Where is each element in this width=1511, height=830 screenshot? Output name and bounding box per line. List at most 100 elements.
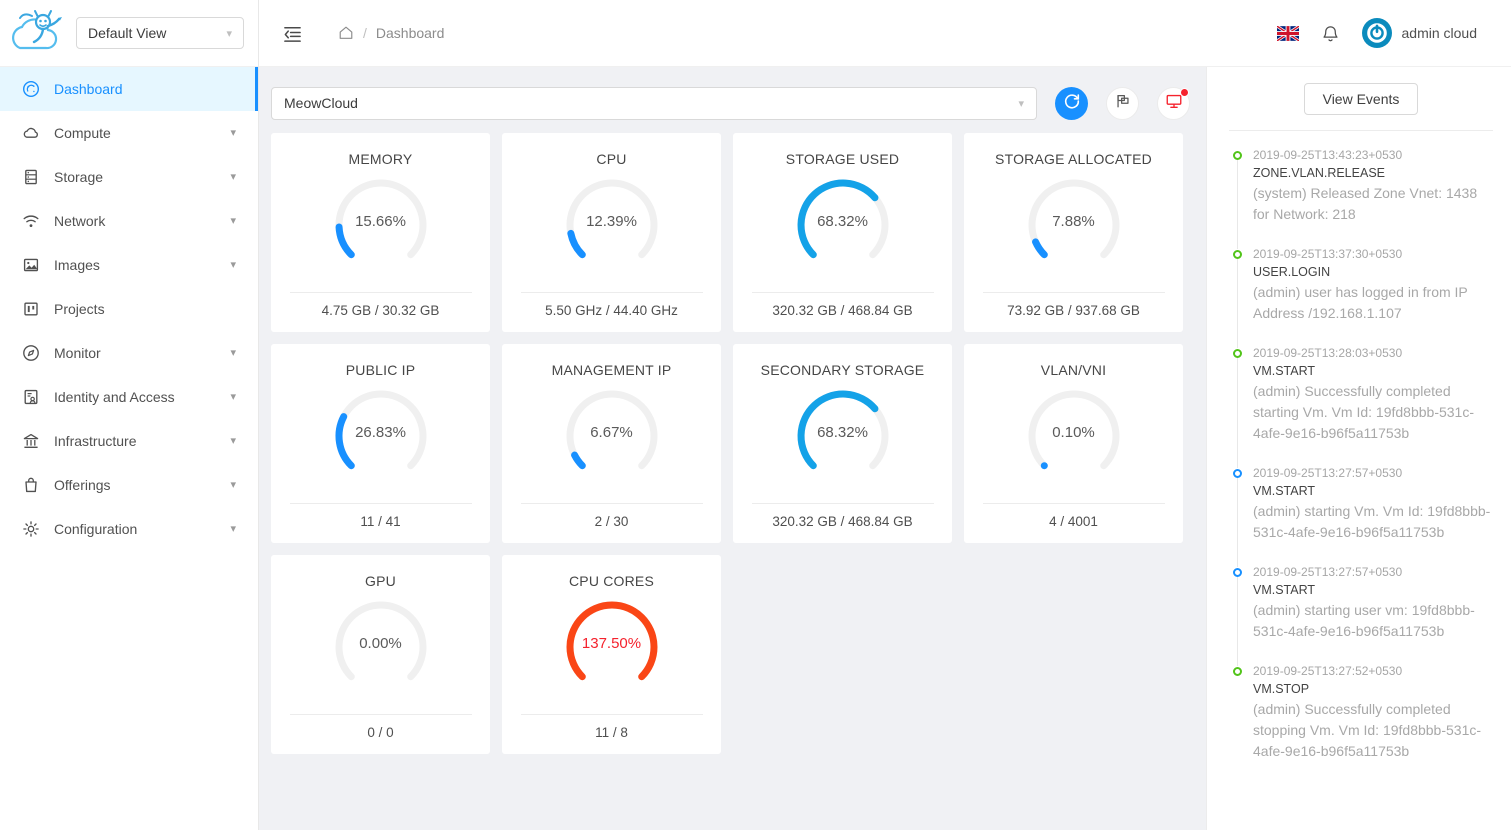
- view-selector-label: Default View: [88, 25, 167, 41]
- capacity-gauge-value: 15.66%: [355, 213, 406, 230]
- sidebar-item-label: Infrastructure: [54, 433, 137, 449]
- event-type: VM.START: [1253, 364, 1316, 378]
- capacity-card-title: MANAGEMENT IP: [551, 362, 672, 378]
- event-description: (admin) Successfully completed stopping …: [1253, 701, 1482, 759]
- refresh-icon: [1063, 92, 1081, 115]
- event-timestamp: 2019-09-25T13:28:03+0530: [1253, 346, 1403, 360]
- capacity-card: SECONDARY STORAGE 68.32% 320.32 GB / 468.8…: [733, 344, 952, 543]
- breadcrumb-current[interactable]: Dashboard: [376, 25, 445, 41]
- capacity-gauge: 68.32%: [789, 175, 897, 275]
- compass-icon: [22, 344, 40, 362]
- capacity-gauge-value: 68.32%: [817, 213, 868, 230]
- event-type: VM.STOP: [1253, 682, 1310, 696]
- capacity-card-footer: 4 / 4001: [982, 503, 1165, 543]
- sidebar-item-network[interactable]: Network ▾: [0, 199, 258, 243]
- sidebar-item-compute[interactable]: Compute ▾: [0, 111, 258, 155]
- capacity-card: STORAGE ALLOCATED 7.88% 73.92 GB / 937.68 …: [964, 133, 1183, 332]
- event-item[interactable]: 2019-09-25T13:28:03+0530 VM.START (admin) …: [1229, 344, 1493, 468]
- sidebar-nav: Dashboard Compute ▾ Storage ▾ Network ▾ Images ▾…: [0, 67, 258, 551]
- sidebar-item-label: Offerings: [54, 477, 111, 493]
- main-column: / Dashboard admin cloud MeowCloud ▾ MEMO…: [259, 0, 1511, 830]
- capacity-card-footer: 11 / 41: [289, 503, 472, 543]
- capacity-card-grid: MEMORY 15.66% 4.75 GB / 30.32 GB CPU 12.39% 5…: [259, 127, 1206, 766]
- sidebar-item-offerings[interactable]: Offerings ▾: [0, 463, 258, 507]
- sidebar-item-identity-and-access[interactable]: Identity and Access ▾: [0, 375, 258, 419]
- breadcrumb: / Dashboard: [338, 25, 444, 41]
- home-icon[interactable]: [338, 25, 354, 41]
- capacity-card-title: SECONDARY STORAGE: [760, 362, 925, 378]
- capacity-card-footer: 320.32 GB / 468.84 GB: [751, 292, 934, 332]
- sidebar-item-projects[interactable]: Projects: [0, 287, 258, 331]
- capacity-card: MEMORY 15.66% 4.75 GB / 30.32 GB: [271, 133, 490, 332]
- sidebar-item-monitor[interactable]: Monitor ▾: [0, 331, 258, 375]
- capacity-gauge-value: 137.50%: [581, 635, 642, 652]
- event-timestamp: 2019-09-25T13:27:52+0530: [1253, 664, 1403, 678]
- capacity-card-footer: 320.32 GB / 468.84 GB: [751, 503, 934, 543]
- bell-icon[interactable]: [1321, 24, 1340, 43]
- event-item[interactable]: 2019-09-25T13:43:23+0530 ZONE.VLAN.RELEAS…: [1229, 146, 1493, 249]
- topbar-actions: admin cloud: [1275, 18, 1496, 48]
- sidebar-item-label: Network: [54, 213, 106, 229]
- chevron-down-icon: ▾: [230, 346, 236, 359]
- capacity-card: PUBLIC IP 26.83% 11 / 41: [271, 344, 490, 543]
- event-description: (admin) starting Vm. Vm Id: 19fd8bbb-531…: [1253, 503, 1491, 540]
- sidebar-item-infrastructure[interactable]: Infrastructure ▾: [0, 419, 258, 463]
- capacity-card: STORAGE USED 68.32% 320.32 GB / 468.84 GB: [733, 133, 952, 332]
- capacity-card-footer: 4.75 GB / 30.32 GB: [289, 292, 472, 332]
- event-timestamp: 2019-09-25T13:43:23+0530: [1253, 148, 1403, 162]
- event-type: VM.START: [1253, 484, 1316, 498]
- dashboard-pane: MeowCloud ▾ MEMORY 15.66% 4.75 GB / 30.3…: [259, 67, 1206, 830]
- capacity-card: MANAGEMENT IP 6.67% 2 / 30: [502, 344, 721, 543]
- capacity-gauge: 68.32%: [789, 386, 897, 486]
- capacity-gauge: 137.50%: [558, 597, 666, 697]
- chevron-down-icon: ▾: [230, 434, 236, 447]
- event-item[interactable]: 2019-09-25T13:27:57+0530 VM.START (admin) …: [1229, 563, 1493, 666]
- database-icon: [22, 168, 40, 186]
- project-view-button[interactable]: [1106, 86, 1139, 120]
- bank-icon: [22, 432, 40, 450]
- view-selector[interactable]: Default View ▾: [76, 17, 244, 49]
- capacity-gauge-value: 12.39%: [586, 213, 637, 230]
- view-events-button[interactable]: View Events: [1303, 83, 1419, 115]
- menu-fold-icon[interactable]: [279, 20, 305, 46]
- user-card-icon: [22, 388, 40, 406]
- chevron-down-icon: ▾: [226, 27, 232, 40]
- events-pane: View Events 2019-09-25T13:43:23+0530 ZONE…: [1206, 67, 1511, 830]
- breadcrumb-separator: /: [363, 25, 367, 41]
- capacity-gauge: 15.66%: [327, 175, 435, 275]
- gear-icon: [22, 520, 40, 538]
- sidebar-item-dashboard[interactable]: Dashboard: [0, 67, 258, 111]
- capacity-card-title: STORAGE USED: [785, 151, 900, 167]
- user-menu[interactable]: admin cloud: [1361, 18, 1477, 48]
- event-description: (admin) Successfully completed starting …: [1253, 383, 1474, 441]
- sidebar-item-label: Projects: [54, 301, 105, 317]
- shopping-bag-icon: [22, 476, 40, 494]
- cloudstack-logo-icon: [10, 8, 68, 58]
- alerts-button[interactable]: [1157, 86, 1190, 120]
- capacity-card-footer: 2 / 30: [520, 503, 703, 543]
- event-description: (admin) starting user vm: 19fd8bbb-531c-…: [1253, 602, 1475, 639]
- chevron-down-icon: ▾: [230, 478, 236, 491]
- event-item[interactable]: 2019-09-25T13:27:52+0530 VM.STOP (admin) S…: [1229, 662, 1493, 782]
- chevron-down-icon: ▾: [230, 390, 236, 403]
- sidebar-item-storage[interactable]: Storage ▾: [0, 155, 258, 199]
- chevron-down-icon: ▾: [230, 258, 236, 271]
- refresh-button[interactable]: [1055, 86, 1088, 120]
- capacity-card-title: VLAN/VNI: [1040, 362, 1107, 378]
- event-type: USER.LOGIN: [1253, 265, 1331, 279]
- sidebar-item-label: Dashboard: [54, 81, 123, 97]
- sidebar-item-images[interactable]: Images ▾: [0, 243, 258, 287]
- sidebar-item-configuration[interactable]: Configuration ▾: [0, 507, 258, 551]
- capacity-gauge: 0.00%: [327, 597, 435, 697]
- event-timestamp: 2019-09-25T13:27:57+0530: [1253, 565, 1403, 579]
- wifi-icon: [22, 212, 40, 230]
- capacity-card-footer: 5.50 GHz / 44.40 GHz: [520, 292, 703, 332]
- sidebar: Default View ▾ Dashboard Compute ▾ Storage ▾…: [0, 0, 259, 830]
- uk-flag-icon[interactable]: [1275, 24, 1300, 42]
- event-item[interactable]: 2019-09-25T13:27:57+0530 VM.START (admin) …: [1229, 464, 1493, 567]
- cloud-icon: [22, 124, 40, 142]
- capacity-gauge: 0.10%: [1020, 386, 1128, 486]
- event-item[interactable]: 2019-09-25T13:37:30+0530 USER.LOGIN (admin…: [1229, 245, 1493, 348]
- zone-select[interactable]: MeowCloud ▾: [271, 86, 1037, 120]
- capacity-card-title: CPU CORES: [568, 573, 655, 589]
